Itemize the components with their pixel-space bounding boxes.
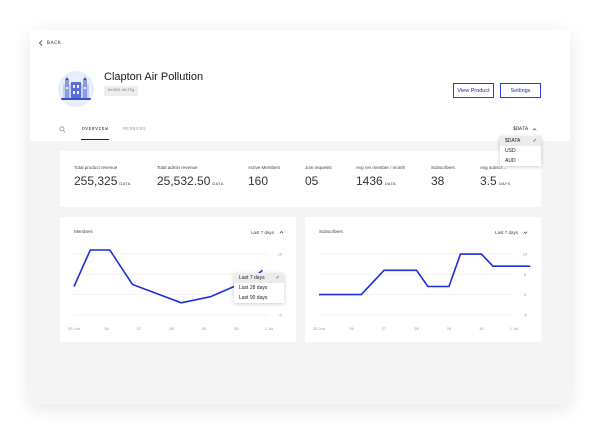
search-icon[interactable] — [59, 126, 66, 133]
stat-unit: DAYS — [498, 181, 511, 186]
currency-option-label: AUD — [505, 158, 516, 164]
currency-option-label: $DATA — [505, 138, 521, 144]
stat-number: 05 — [305, 174, 319, 188]
back-link[interactable]: BACK — [38, 40, 61, 46]
stat-value: 1436 DATA — [356, 174, 405, 188]
stat-number: 25,532.50 — [157, 174, 211, 188]
stat-total-admin-revenue: Total admin revenue 25,532.50 DATA — [157, 165, 224, 188]
range-option-label: Last 7 days — [239, 275, 265, 281]
product-logo — [58, 71, 94, 107]
x-tick-label: 29 — [202, 326, 207, 331]
currency-option-label: USD — [505, 148, 516, 154]
stat-value: 160 — [248, 174, 280, 188]
stat-label: Total admin revenue — [157, 165, 198, 170]
stat-number: 255,325 — [74, 174, 118, 188]
stat-avg-subscription: Avg subscr… 3.5 DAYS — [480, 165, 510, 188]
y-tick-label: -5 — [278, 312, 282, 317]
stat-label: Total product revenue — [74, 165, 118, 170]
stats-panel: Total product revenue 255,325 DATA Total … — [60, 151, 541, 207]
x-tick-label: 30 — [479, 326, 484, 331]
members-chart-title: Members — [74, 229, 93, 234]
subscribers-chart-card: -5 0 5 10 25 Jun 26 27 28 29 30 1 Jul Subscribers … — [305, 217, 541, 342]
x-tick-label: 29 — [447, 326, 452, 331]
x-tick-label: 27 — [137, 326, 142, 331]
x-tick-label: 1 Jul — [510, 326, 519, 331]
range-option-28-days[interactable]: Last 28 days — [234, 283, 284, 293]
product-header: BACK Clapton Air Pollution 0x38X…6c7Fg V… — [30, 30, 570, 141]
range-option-7-days[interactable]: Last 7 days ✓ — [234, 273, 284, 283]
tab-bar: OVERVIEW MEMBERS $DATA — [30, 122, 570, 141]
stat-subscribers: Subscribers 38 — [431, 165, 455, 188]
range-option-label: Last 90 days — [239, 295, 268, 301]
currency-selected-label: $DATA — [513, 126, 529, 132]
y-tick-label: 10 — [278, 252, 283, 257]
check-icon: ✓ — [532, 138, 537, 144]
tab-members[interactable]: MEMBERS — [123, 127, 146, 132]
x-tick-label: 27 — [382, 326, 387, 331]
range-selected-label: Last 7 days — [495, 230, 519, 235]
y-tick-label: 0 — [524, 292, 527, 297]
view-product-button[interactable]: View Product — [453, 83, 494, 98]
range-selected-label: Last 7 days — [251, 230, 275, 235]
stat-unit: DATA — [212, 181, 224, 186]
x-tick-label: 26 — [349, 326, 354, 331]
chevron-down-icon — [523, 231, 528, 234]
stat-number: 3.5 — [480, 174, 497, 188]
stat-avg-rev-member: Avg rev member / month 1436 DATA — [356, 165, 405, 188]
y-tick-label: -5 — [523, 312, 527, 317]
x-tick-label: 25 Jun — [313, 326, 325, 331]
y-tick-label: 5 — [524, 272, 527, 277]
chevron-left-icon — [38, 40, 43, 46]
stat-value: 38 — [431, 174, 455, 188]
stat-number: 38 — [431, 174, 445, 188]
x-tick-label: 28 — [169, 326, 174, 331]
product-title: Clapton Air Pollution — [104, 71, 204, 83]
stat-value: 3.5 DAYS — [480, 174, 510, 188]
stat-unit: DATA — [384, 181, 396, 186]
app-window: BACK Clapton Air Pollution 0x38X…6c7Fg V… — [30, 30, 570, 404]
currency-option-usd[interactable]: USD — [500, 146, 541, 156]
x-tick-label: 26 — [104, 326, 109, 331]
y-tick-label: 10 — [523, 252, 528, 257]
stat-number: 160 — [248, 174, 269, 188]
subscribers-chart-title: Subscribers — [319, 229, 343, 234]
building-illustration-icon — [61, 77, 91, 100]
range-option-90-days[interactable]: Last 90 days — [234, 293, 284, 303]
stat-value: 255,325 DATA — [74, 174, 131, 188]
currency-select[interactable]: $DATA — [513, 126, 537, 132]
stat-value: 25,532.50 DATA — [157, 174, 224, 188]
x-tick-label: 28 — [414, 326, 419, 331]
subscribers-range-select[interactable]: Last 7 days — [495, 230, 528, 235]
stat-label: Subscribers — [431, 165, 455, 170]
stat-join-requests: Join requests 05 — [305, 165, 332, 188]
x-tick-label: 30 — [234, 326, 239, 331]
stat-label: Avg rev member / month — [356, 165, 406, 170]
check-icon: ✓ — [275, 275, 280, 281]
settings-button[interactable]: Settings — [500, 83, 541, 98]
stat-number: 1436 — [356, 174, 383, 188]
stat-total-product-revenue: Total product revenue 255,325 DATA — [74, 165, 131, 188]
stat-unit: DATA — [119, 181, 131, 186]
x-tick-label: 1 Jul — [265, 326, 274, 331]
range-option-label: Last 28 days — [239, 285, 268, 291]
subscribers-chart: -5 0 5 10 25 Jun 26 27 28 29 30 1 Jul — [313, 252, 531, 331]
chevron-up-icon — [532, 127, 537, 131]
stat-active-members: Active Members 160 — [248, 165, 280, 188]
back-label: BACK — [47, 40, 62, 46]
currency-option-data[interactable]: $DATA ✓ — [500, 136, 541, 146]
members-range-dropdown: Last 7 days ✓ Last 28 days Last 90 days — [234, 273, 284, 303]
members-range-select[interactable]: Last 7 days — [251, 230, 284, 235]
stat-value: 05 — [305, 174, 332, 188]
stat-label: Join requests — [305, 165, 332, 170]
stat-label: Active Members — [248, 165, 281, 170]
currency-dropdown: $DATA ✓ USD AUD — [500, 136, 541, 166]
tab-overview[interactable]: OVERVIEW — [80, 127, 110, 140]
chevron-up-icon — [279, 231, 284, 234]
x-tick-label: 25 Jun — [68, 326, 80, 331]
currency-option-aud[interactable]: AUD — [500, 156, 541, 166]
contract-address: 0x38X…6c7Fg — [104, 86, 139, 96]
